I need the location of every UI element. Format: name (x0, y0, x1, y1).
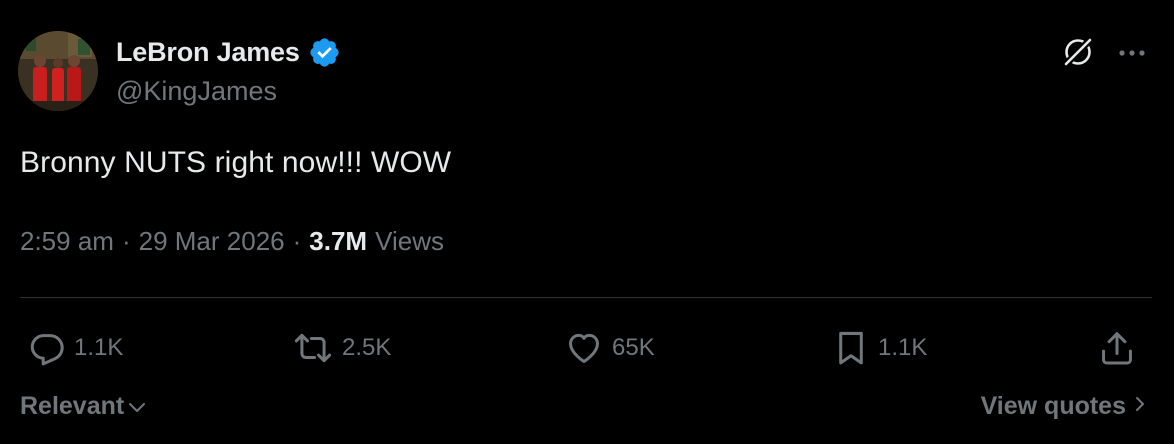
views-count[interactable]: 3.7M (309, 226, 367, 257)
avatar[interactable] (18, 31, 98, 111)
verified-badge-icon[interactable] (308, 36, 341, 69)
views-label[interactable]: Views (375, 226, 444, 257)
tweet-meta: 2:59 am · 29 Mar 2026 · 3.7M Views (20, 226, 444, 257)
bookmark-icon (832, 328, 870, 368)
divider (20, 297, 1152, 298)
sort-dropdown[interactable]: Relevant (20, 392, 147, 421)
reply-button[interactable]: 1.1K (28, 326, 123, 370)
tweet-time[interactable]: 2:59 am (20, 226, 114, 257)
grok-button[interactable] (1058, 34, 1098, 74)
more-icon (1114, 45, 1150, 63)
grok-icon (1060, 34, 1096, 75)
author-handle[interactable]: @KingJames (116, 76, 277, 107)
repost-button[interactable]: 2.5K (292, 326, 391, 370)
meta-separator: · (121, 226, 131, 256)
repost-icon (292, 329, 334, 367)
heart-icon (564, 329, 604, 367)
reply-icon (28, 329, 66, 367)
tweet: LeBron James @KingJames Bronny NUTS righ… (0, 0, 1174, 444)
chevron-right-icon (1134, 392, 1146, 421)
share-icon (1098, 329, 1136, 367)
tweet-date[interactable]: 29 Mar 2026 (139, 226, 285, 257)
meta-separator: · (292, 226, 302, 256)
like-button[interactable]: 65K (564, 326, 655, 370)
bookmark-button[interactable]: 1.1K (832, 326, 927, 370)
bookmark-count: 1.1K (878, 334, 928, 361)
view-quotes-label: View quotes (980, 392, 1126, 420)
tweet-text: Bronny NUTS right now!!! WOW (20, 146, 452, 179)
like-count: 65K (612, 334, 655, 361)
author-name[interactable]: LeBron James (116, 37, 300, 68)
avatar-image (18, 31, 98, 111)
sort-label: Relevant (20, 392, 125, 420)
repost-count: 2.5K (342, 334, 392, 361)
reply-count: 1.1K (74, 334, 124, 361)
chevron-down-icon (127, 392, 147, 421)
author-name-row[interactable]: LeBron James (116, 35, 341, 69)
share-button[interactable] (1098, 326, 1136, 370)
view-quotes-link[interactable]: View quotes (981, 392, 1146, 421)
more-button[interactable] (1112, 34, 1152, 74)
